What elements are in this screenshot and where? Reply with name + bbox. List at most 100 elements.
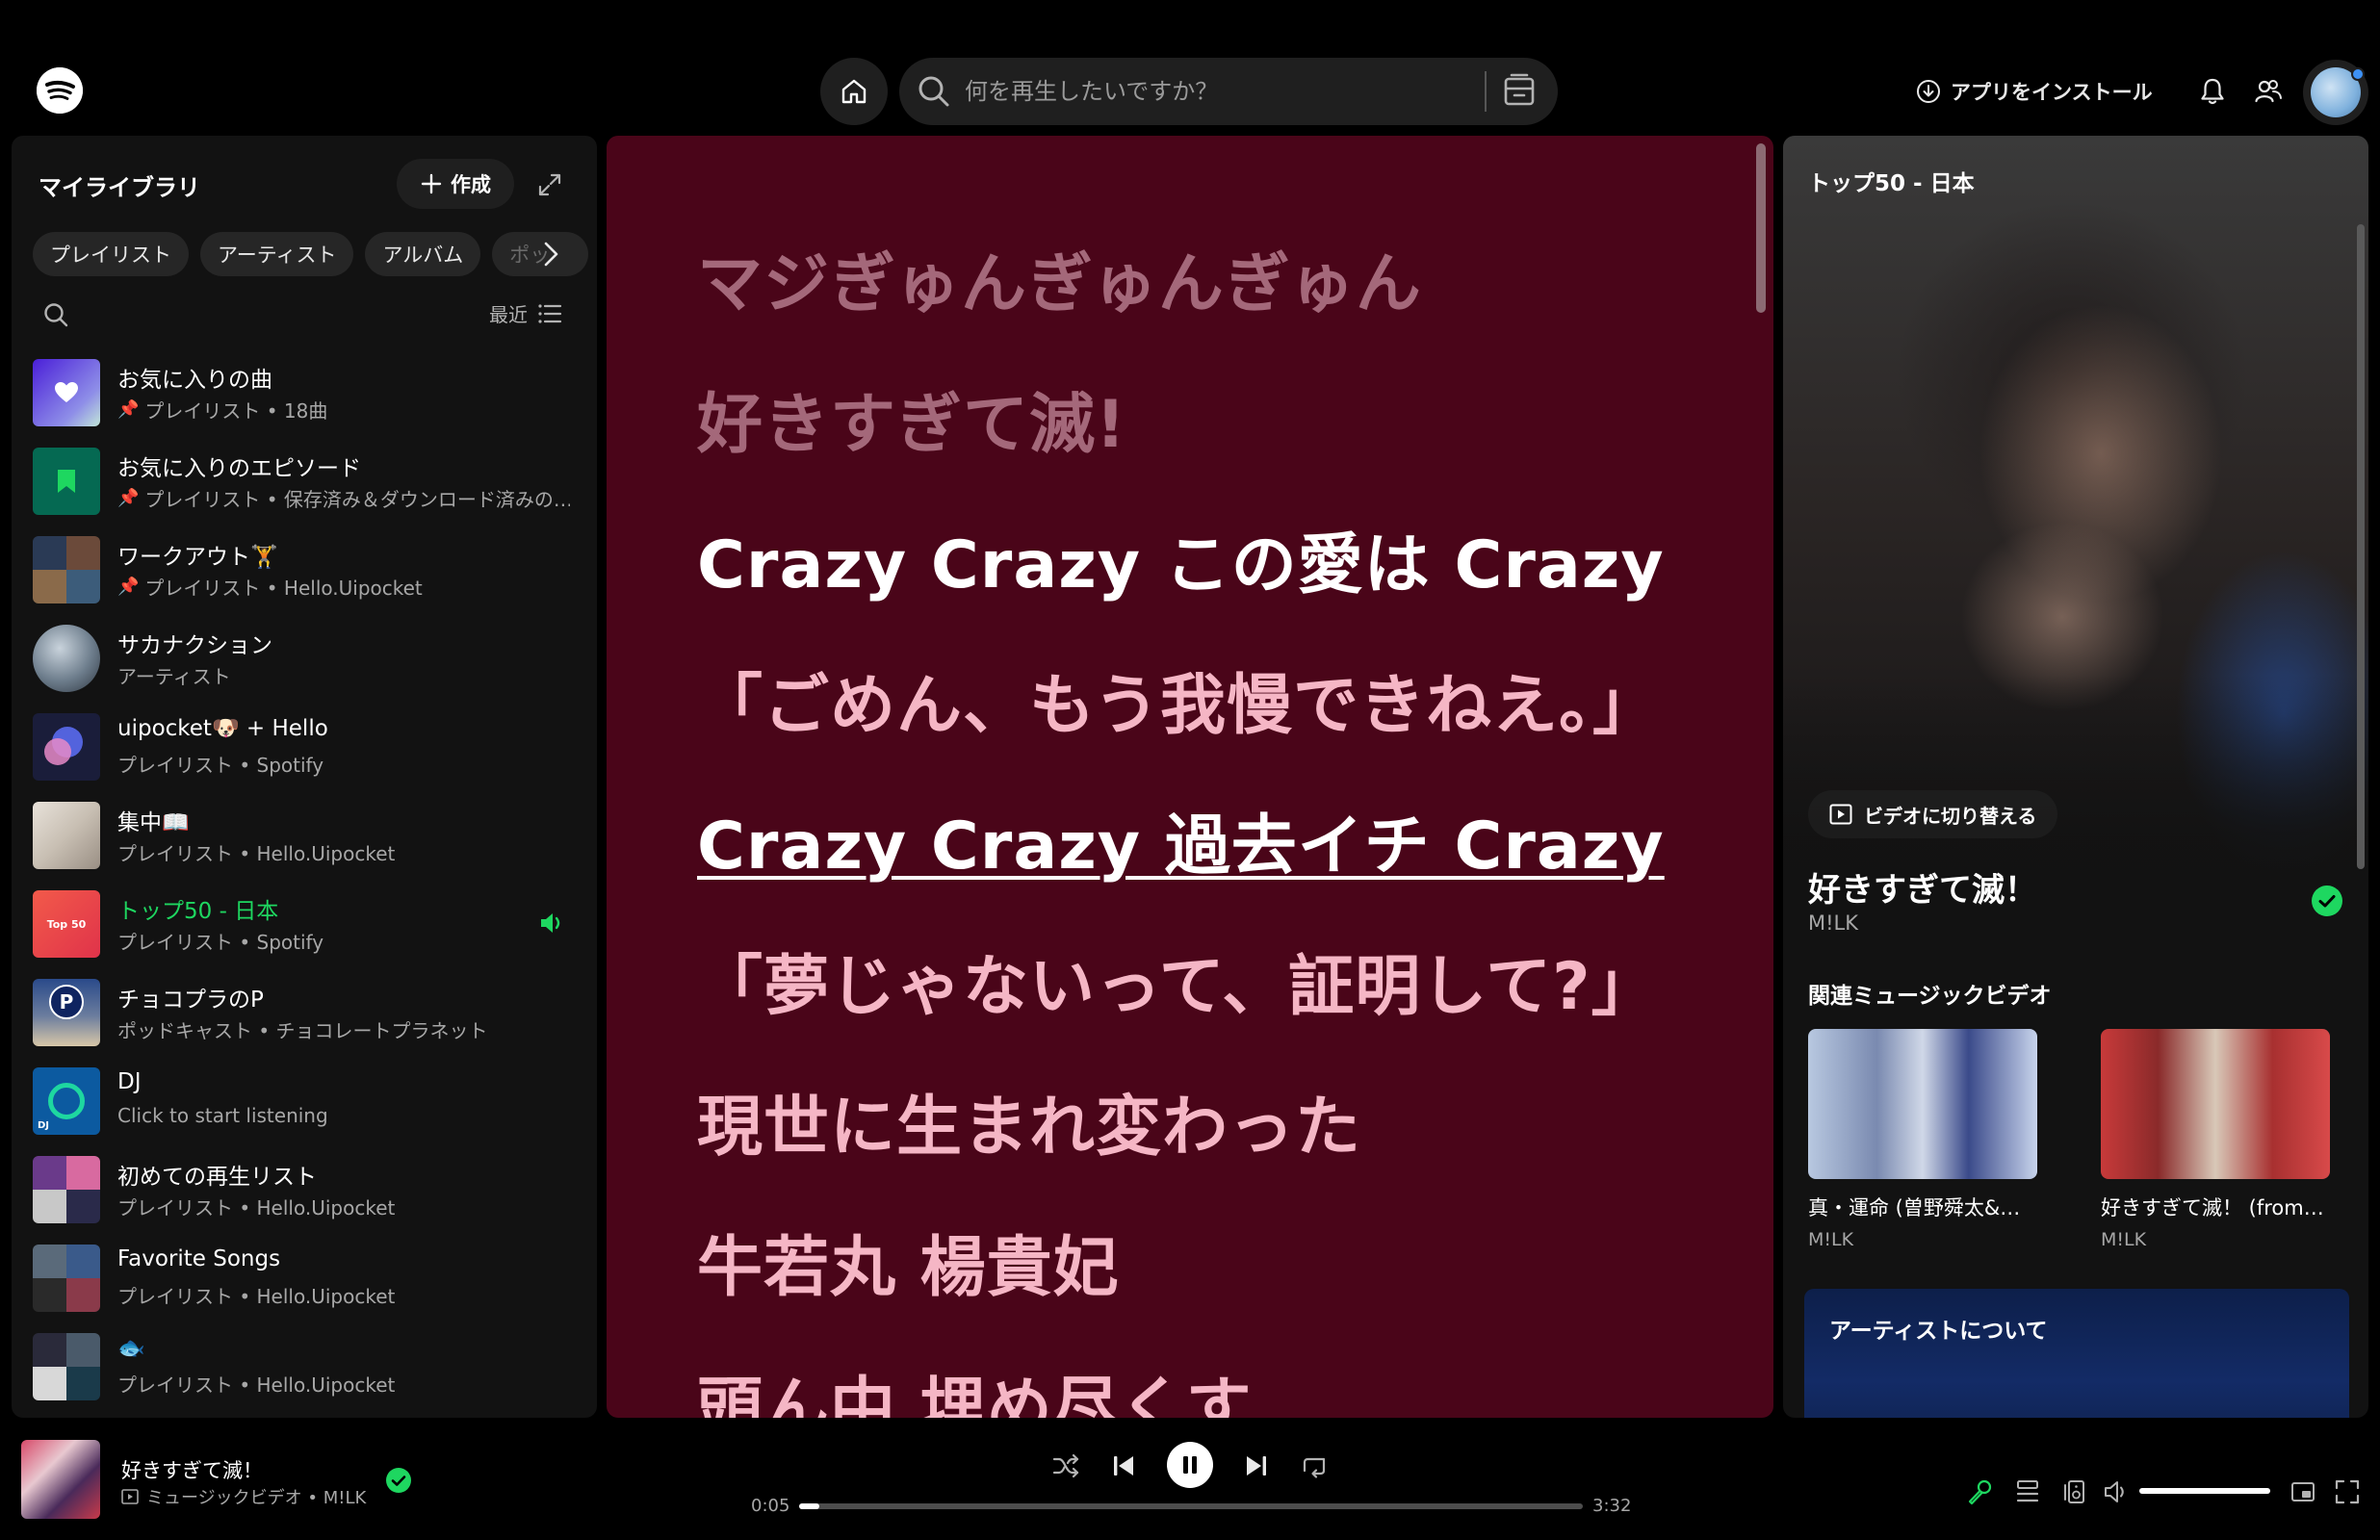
list-item-name: Favorite Songs [117, 1246, 281, 1271]
previous-track-icon[interactable] [1109, 1451, 1138, 1480]
about-artist-card[interactable]: アーティストについて [1804, 1289, 2349, 1418]
now-playing-subtitle[interactable]: ミュージックビデオ • M!LK [146, 1484, 366, 1509]
list-item-name: サカナクション [117, 633, 272, 658]
pin-icon: 📌 [117, 577, 140, 597]
volume-slider[interactable] [2139, 1488, 2270, 1494]
now-playing-speaker-icon [541, 913, 560, 933]
list-item-name: 集中📖 [117, 810, 190, 835]
top50-thumb: Top 50 [33, 890, 100, 958]
now-playing-artwork[interactable] [21, 1440, 100, 1519]
home-button[interactable] [820, 58, 888, 125]
shuffle-icon[interactable] [1051, 1451, 1080, 1480]
user-avatar-button[interactable] [2303, 60, 2368, 125]
friend-activity-icon[interactable] [2254, 77, 2283, 106]
list-item-sub: ポッドキャスト • チョコレートプラネット [117, 1019, 488, 1042]
next-track-icon[interactable] [1242, 1451, 1271, 1480]
library-title[interactable]: マイライブラリ [39, 168, 200, 202]
video-icon [1829, 804, 1852, 825]
liked-songs-thumb [33, 359, 100, 426]
podcast-thumb: P [33, 979, 100, 1046]
search-input[interactable] [965, 71, 1408, 112]
lyrics-mic-icon[interactable] [1966, 1478, 1993, 1505]
chevron-right-icon[interactable] [539, 240, 562, 269]
list-item[interactable]: サカナクション アーティスト [12, 613, 597, 702]
library-search-icon[interactable] [42, 301, 69, 328]
repeat-icon[interactable] [1300, 1451, 1329, 1480]
list-item-sub: 📌 プレイリスト • 保存済み＆ダウンロード済みの… [117, 488, 570, 511]
list-item[interactable]: DJ DJ Click to start listening [12, 1056, 597, 1144]
playlist-mosaic-thumb [33, 1333, 100, 1400]
list-item-sub: Click to start listening [117, 1104, 328, 1127]
search-icon [918, 76, 949, 107]
music-video-icon [121, 1489, 139, 1504]
list-item[interactable]: お気に入りの曲 📌 プレイリスト • 18曲 [12, 347, 597, 436]
now-playing-title[interactable]: 好きすぎて滅！ [121, 1455, 263, 1484]
pause-icon [1183, 1456, 1197, 1474]
playback-progress-bar[interactable] [799, 1503, 1583, 1509]
sakanaction-thumb [33, 625, 100, 692]
list-item[interactable]: Favorite Songs プレイリスト • Hello.Uipocket [12, 1233, 597, 1322]
top50-thumb-label: Top 50 [46, 917, 87, 931]
browse-icon[interactable] [1502, 73, 1537, 110]
install-app-label: アプリをインストール [1951, 81, 2153, 104]
lyrics-scrollbar[interactable] [1756, 143, 1766, 313]
focus-thumb [33, 802, 100, 869]
connect-device-icon[interactable] [2060, 1478, 2087, 1505]
list-item-sub: プレイリスト • Hello.Uipocket [117, 1373, 396, 1397]
pin-icon: 📌 [117, 488, 140, 508]
saved-check-icon[interactable] [2311, 885, 2343, 917]
lyric-line[interactable]: 現世に生まれ変わった [697, 1073, 1361, 1168]
list-item-sub: 📌 プレイリスト • 18曲 [117, 399, 328, 423]
notifications-bell-icon[interactable] [2199, 77, 2226, 106]
lyric-line[interactable]: 「夢じゃないって、証明して?」 [697, 933, 1658, 1028]
total-duration: 3:32 [1592, 1496, 1632, 1516]
related-videos-title: 関連ミュージックビデオ [1808, 984, 2052, 1009]
pause-button[interactable] [1167, 1442, 1213, 1488]
switch-to-video-button[interactable]: ビデオに切り替える [1808, 790, 2058, 838]
npv-artist[interactable]: M!LK [1808, 911, 1858, 935]
related-video-card[interactable]: 真・運命 (曽野舜太&… M!LK [1808, 1029, 2037, 1250]
lyric-line[interactable]: マジぎゅんぎゅんぎゅん [697, 230, 1422, 325]
list-item[interactable]: 🐟 プレイリスト • Hello.Uipocket [12, 1322, 597, 1410]
elapsed-time: 0:05 [751, 1496, 790, 1516]
chip-playlists[interactable]: プレイリスト [33, 232, 189, 276]
list-item[interactable]: uipocket🐶 + Hello プレイリスト • Spotify [12, 702, 597, 790]
npv-scrollbar[interactable] [2357, 224, 2365, 869]
volume-icon[interactable] [2103, 1478, 2132, 1505]
create-button[interactable]: 作成 [397, 159, 514, 209]
related-video-card[interactable]: 好きすぎて滅！ (from… M!LK [2101, 1029, 2330, 1250]
list-item[interactable]: 集中📖 プレイリスト • Hello.Uipocket [12, 790, 597, 879]
lyric-line[interactable]: 牛若丸 楊貴妃 [697, 1214, 1120, 1309]
chip-artists[interactable]: アーティスト [200, 232, 354, 276]
npv-context-title[interactable]: トップ50 - 日本 [1808, 165, 1975, 197]
miniplayer-icon[interactable] [2289, 1478, 2316, 1505]
list-item-sub: 📌 プレイリスト • Hello.Uipocket [117, 577, 423, 600]
related-video-thumb [2101, 1029, 2330, 1179]
lyric-line-hovered[interactable]: Crazy Crazy 過去イチ Crazy [697, 792, 1665, 887]
dj-thumb: DJ [33, 1067, 100, 1135]
now-playing-view: トップ50 - 日本 ビデオに切り替える 好きすぎて滅！ M!LK 関連ミュージ… [1783, 136, 2368, 1418]
search-bar[interactable] [899, 58, 1558, 125]
lyric-line[interactable]: 好きすぎて滅! [697, 371, 1126, 466]
list-item[interactable]: 初めての再生リスト プレイリスト • Hello.Uipocket [12, 1144, 597, 1233]
fullscreen-icon[interactable] [2334, 1478, 2361, 1505]
expand-library-icon[interactable] [537, 172, 562, 197]
queue-icon[interactable] [2014, 1478, 2041, 1505]
chip-albums[interactable]: アルバム [365, 232, 481, 276]
npv-track-name[interactable]: 好きすぎて滅！ [1808, 863, 2037, 911]
playlist-mosaic-thumb [33, 1156, 100, 1223]
list-item[interactable]: Top 50 トップ50 - 日本 プレイリスト • Spotify [12, 879, 597, 967]
lyric-line[interactable]: 「ごめん、もう我慢できねえ。」 [697, 652, 1659, 747]
create-label: 作成 [451, 173, 491, 196]
player-bar: 好きすぎて滅！ ミュージックビデオ • M!LK 0:05 3:32 [0, 1424, 2380, 1540]
library-sort-button[interactable]: 最近 [489, 299, 562, 327]
install-app-link[interactable]: アプリをインストール [1916, 77, 2153, 106]
list-item[interactable]: P チョコプラのP ポッドキャスト • チョコレートプラネット [12, 967, 597, 1056]
list-item[interactable]: ワークアウト🏋 📌 プレイリスト • Hello.Uipocket [12, 525, 597, 613]
lyric-line-current[interactable]: Crazy Crazy この愛は Crazy [697, 511, 1665, 606]
lyric-line[interactable]: 頭ん中 埋め尽くす [697, 1354, 1253, 1418]
spotify-logo-icon[interactable] [37, 67, 83, 114]
list-item-name: uipocket🐶 + Hello [117, 716, 328, 741]
saved-check-icon[interactable] [385, 1467, 412, 1494]
list-item[interactable]: お気に入りのエピソード 📌 プレイリスト • 保存済み＆ダウンロード済みの… [12, 436, 597, 525]
